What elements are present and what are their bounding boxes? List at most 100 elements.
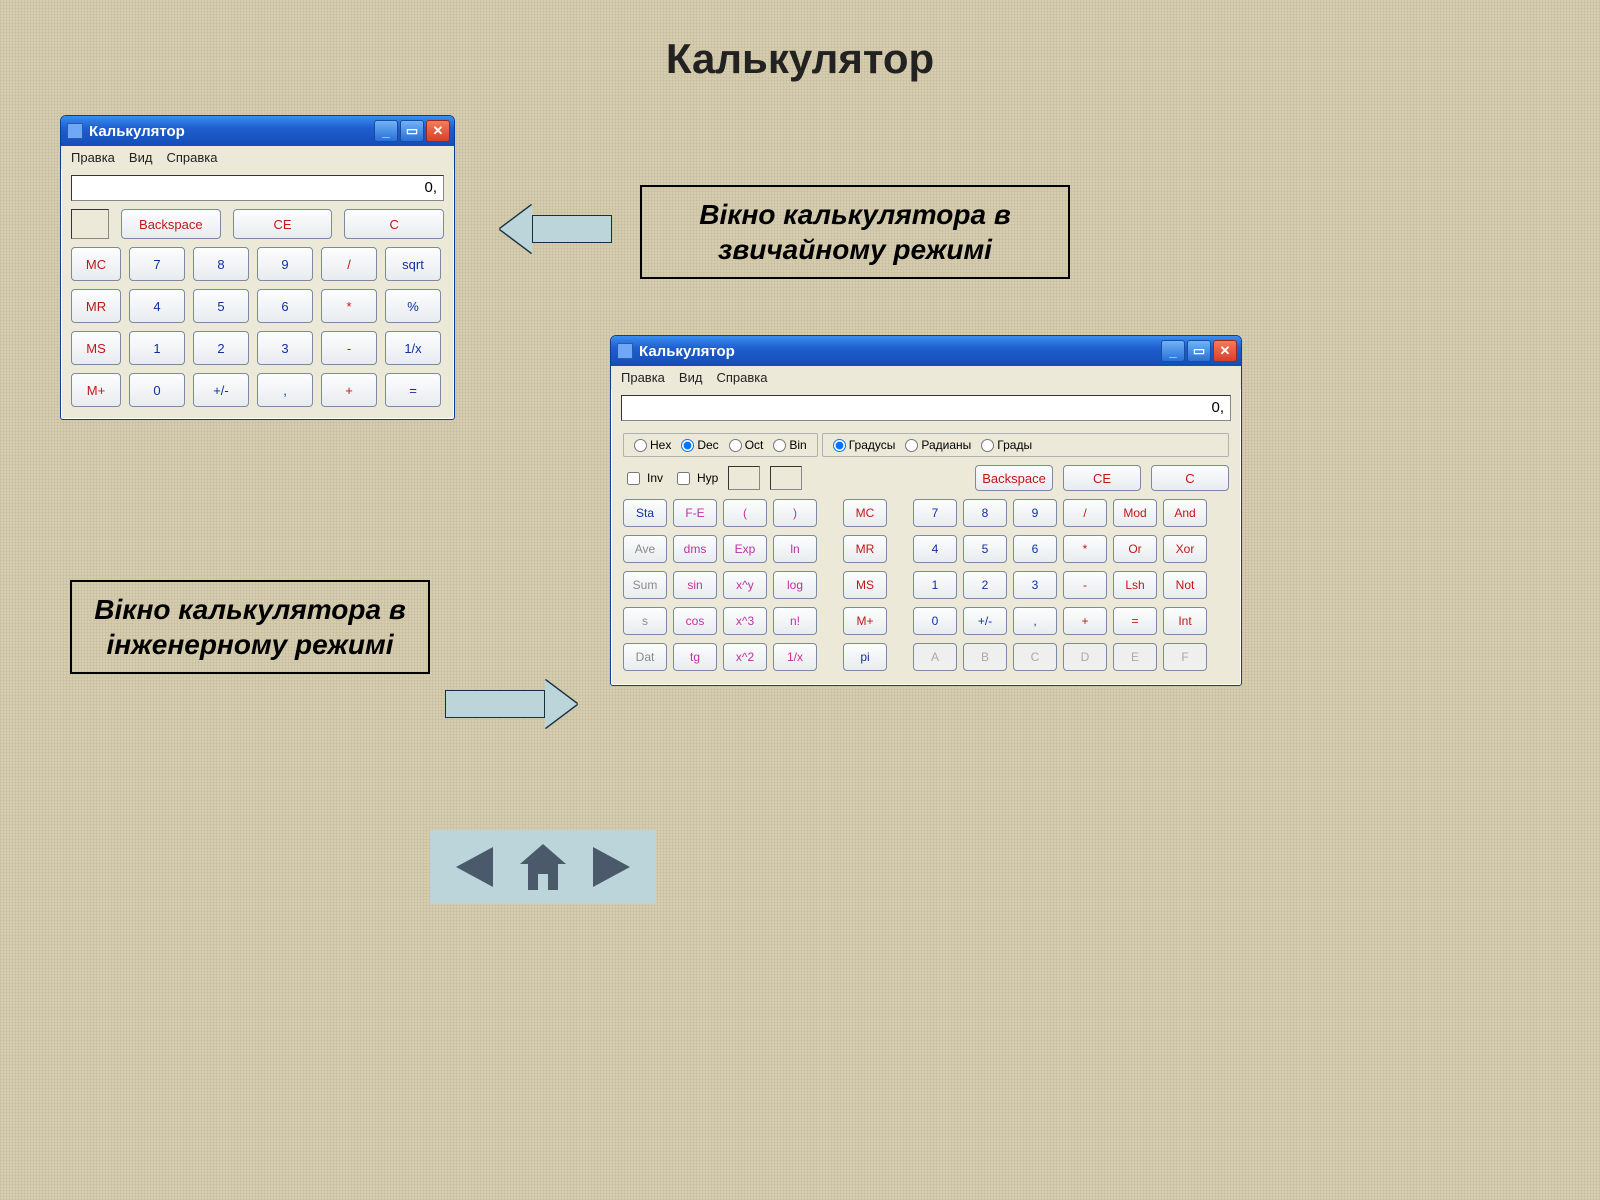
key-x^3[interactable]: x^3 xyxy=(723,607,767,635)
minimize-button[interactable]: _ xyxy=(374,120,398,142)
key-MR[interactable]: MR xyxy=(843,535,887,563)
key-x^2[interactable]: x^2 xyxy=(723,643,767,671)
menu-edit[interactable]: Правка xyxy=(621,370,665,385)
key-1[interactable]: 1 xyxy=(913,571,957,599)
key-sqrt[interactable]: sqrt xyxy=(385,247,441,281)
checkbox-inv[interactable]: Inv xyxy=(623,469,663,488)
menu-help[interactable]: Справка xyxy=(716,370,767,385)
key-/[interactable]: / xyxy=(1063,499,1107,527)
key-+[interactable]: + xyxy=(321,373,377,407)
key-tg[interactable]: tg xyxy=(673,643,717,671)
key-s[interactable]: s xyxy=(623,607,667,635)
key-4[interactable]: 4 xyxy=(913,535,957,563)
menu-help[interactable]: Справка xyxy=(166,150,217,165)
key-7[interactable]: 7 xyxy=(913,499,957,527)
key-M+[interactable]: M+ xyxy=(843,607,887,635)
key-Xor[interactable]: Xor xyxy=(1163,535,1207,563)
key-MS[interactable]: MS xyxy=(843,571,887,599)
key-pi[interactable]: pi xyxy=(843,643,887,671)
menu-edit[interactable]: Правка xyxy=(71,150,115,165)
key-)[interactable]: ) xyxy=(773,499,817,527)
key-1/x[interactable]: 1/x xyxy=(385,331,441,365)
key-0[interactable]: 0 xyxy=(129,373,185,407)
key-1[interactable]: 1 xyxy=(129,331,185,365)
close-button[interactable]: ✕ xyxy=(426,120,450,142)
key-log[interactable]: log xyxy=(773,571,817,599)
menu-view[interactable]: Вид xyxy=(129,150,153,165)
maximize-button[interactable]: ▭ xyxy=(400,120,424,142)
key-M+[interactable]: M+ xyxy=(71,373,121,407)
checkbox-hyp[interactable]: Hyp xyxy=(673,469,718,488)
maximize-button[interactable]: ▭ xyxy=(1187,340,1211,362)
key-MC[interactable]: MC xyxy=(843,499,887,527)
c-button[interactable]: C xyxy=(1151,465,1229,491)
key-=[interactable]: = xyxy=(1113,607,1157,635)
key-%[interactable]: % xyxy=(385,289,441,323)
key-7[interactable]: 7 xyxy=(129,247,185,281)
radio-oct[interactable]: Oct xyxy=(729,438,764,452)
key-2[interactable]: 2 xyxy=(193,331,249,365)
key--[interactable]: - xyxy=(321,331,377,365)
key-+/-[interactable]: +/- xyxy=(193,373,249,407)
key-4[interactable]: 4 xyxy=(129,289,185,323)
minimize-button[interactable]: _ xyxy=(1161,340,1185,362)
radio-grad[interactable]: Грады xyxy=(981,438,1032,452)
menu-view[interactable]: Вид xyxy=(679,370,703,385)
backspace-button[interactable]: Backspace xyxy=(975,465,1053,491)
ce-button[interactable]: CE xyxy=(233,209,333,239)
key-/[interactable]: / xyxy=(321,247,377,281)
key-Or[interactable]: Or xyxy=(1113,535,1157,563)
nav-home-icon[interactable] xyxy=(516,840,570,894)
key-6[interactable]: 6 xyxy=(1013,535,1057,563)
ce-button[interactable]: CE xyxy=(1063,465,1141,491)
radio-dec[interactable]: Dec xyxy=(681,438,718,452)
radio-rad[interactable]: Радианы xyxy=(905,438,971,452)
key-MS[interactable]: MS xyxy=(71,331,121,365)
key-5[interactable]: 5 xyxy=(193,289,249,323)
key-*[interactable]: * xyxy=(321,289,377,323)
radio-hex[interactable]: Hex xyxy=(634,438,671,452)
key-*[interactable]: * xyxy=(1063,535,1107,563)
nav-next-icon[interactable] xyxy=(588,842,638,892)
key-n![interactable]: n! xyxy=(773,607,817,635)
key-2[interactable]: 2 xyxy=(963,571,1007,599)
key-x^y[interactable]: x^y xyxy=(723,571,767,599)
key-+[interactable]: + xyxy=(1063,607,1107,635)
key-MC[interactable]: MC xyxy=(71,247,121,281)
key-6[interactable]: 6 xyxy=(257,289,313,323)
key-0[interactable]: 0 xyxy=(913,607,957,635)
key-1/x[interactable]: 1/x xyxy=(773,643,817,671)
key-Mod[interactable]: Mod xyxy=(1113,499,1157,527)
key-,[interactable]: , xyxy=(257,373,313,407)
key-Int[interactable]: Int xyxy=(1163,607,1207,635)
key-cos[interactable]: cos xyxy=(673,607,717,635)
key-And[interactable]: And xyxy=(1163,499,1207,527)
key-Not[interactable]: Not xyxy=(1163,571,1207,599)
titlebar[interactable]: Калькулятор _ ▭ ✕ xyxy=(61,116,454,146)
key-5[interactable]: 5 xyxy=(963,535,1007,563)
key--[interactable]: - xyxy=(1063,571,1107,599)
key-dms[interactable]: dms xyxy=(673,535,717,563)
key-ln[interactable]: ln xyxy=(773,535,817,563)
key-Exp[interactable]: Exp xyxy=(723,535,767,563)
key-F-E[interactable]: F-E xyxy=(673,499,717,527)
key-9[interactable]: 9 xyxy=(1013,499,1057,527)
key-8[interactable]: 8 xyxy=(963,499,1007,527)
close-button[interactable]: ✕ xyxy=(1213,340,1237,362)
key-Ave[interactable]: Ave xyxy=(623,535,667,563)
nav-prev-icon[interactable] xyxy=(448,842,498,892)
key-MR[interactable]: MR xyxy=(71,289,121,323)
key-+/-[interactable]: +/- xyxy=(963,607,1007,635)
radio-bin[interactable]: Bin xyxy=(773,438,806,452)
key-8[interactable]: 8 xyxy=(193,247,249,281)
key-3[interactable]: 3 xyxy=(1013,571,1057,599)
key-([interactable]: ( xyxy=(723,499,767,527)
key-3[interactable]: 3 xyxy=(257,331,313,365)
backspace-button[interactable]: Backspace xyxy=(121,209,221,239)
key-Lsh[interactable]: Lsh xyxy=(1113,571,1157,599)
key-Sta[interactable]: Sta xyxy=(623,499,667,527)
c-button[interactable]: C xyxy=(344,209,444,239)
key-Dat[interactable]: Dat xyxy=(623,643,667,671)
radio-deg[interactable]: Градусы xyxy=(833,438,896,452)
key-=[interactable]: = xyxy=(385,373,441,407)
